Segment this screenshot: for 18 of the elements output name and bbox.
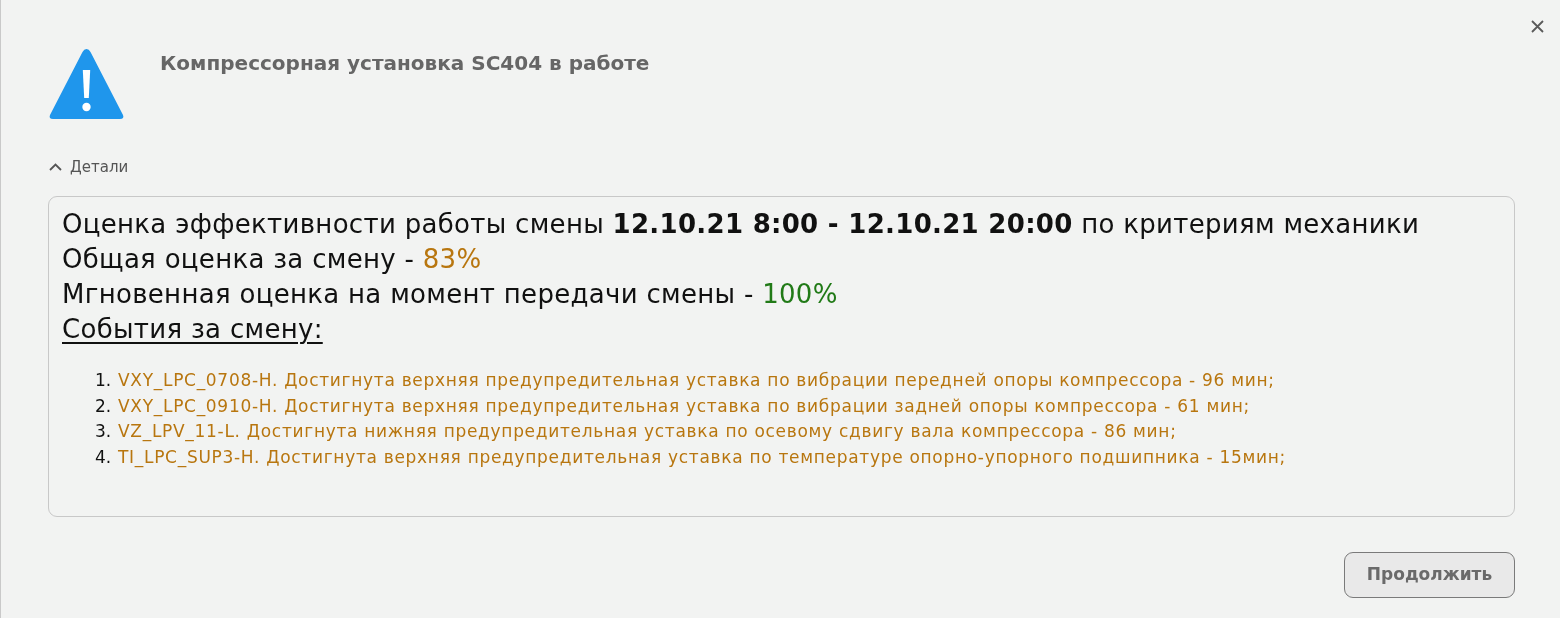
event-text: VXY_LPC_0910-H. Достигнута верхняя предупредительная уставка по вибрации задней опоры компрессора - 61 мин; — [118, 394, 1250, 419]
list-number: 3. — [95, 420, 113, 444]
list-number: 4. — [95, 446, 113, 470]
details-toggle[interactable]: Детали — [49, 157, 129, 177]
dialog-title: Компрессорная установка SC404 в работе — [160, 50, 650, 77]
event-text: VZ_LPV_11-L. Достигнута нижняя предупредительная уставка по осевому сдвигу вала компрессора - 86 мин; — [118, 420, 1177, 444]
score-line: Мгновенная оценка на момент передачи смены - 100% — [62, 278, 838, 311]
summary-text: Оценка эффективности работы смены 12.10.21 8:00 - 12.10.21 20:00 по критериям механики — [62, 208, 1420, 241]
event-text: TI_LPC_SUP3-H. Достигнута верхняя предупредительная уставка по температуре опорно-упорного подшипника - 15мин; — [118, 446, 1287, 470]
close-icon — [1531, 20, 1544, 33]
score-line: Общая оценка за смену - 83% — [62, 243, 482, 276]
list-number: 2. — [95, 394, 113, 418]
warning-icon — [48, 46, 125, 121]
event-text: VXY_LPC_0708-H. Достигнута верхняя предупредительная уставка по вибрации передней опоры компрессора - 96 мин; — [118, 369, 1275, 393]
close-button[interactable] — [1531, 20, 1544, 33]
list-number: 1. — [95, 369, 113, 392]
events-heading: События за смену: — [62, 313, 323, 346]
continue-button[interactable]: Продолжить — [1344, 552, 1515, 598]
